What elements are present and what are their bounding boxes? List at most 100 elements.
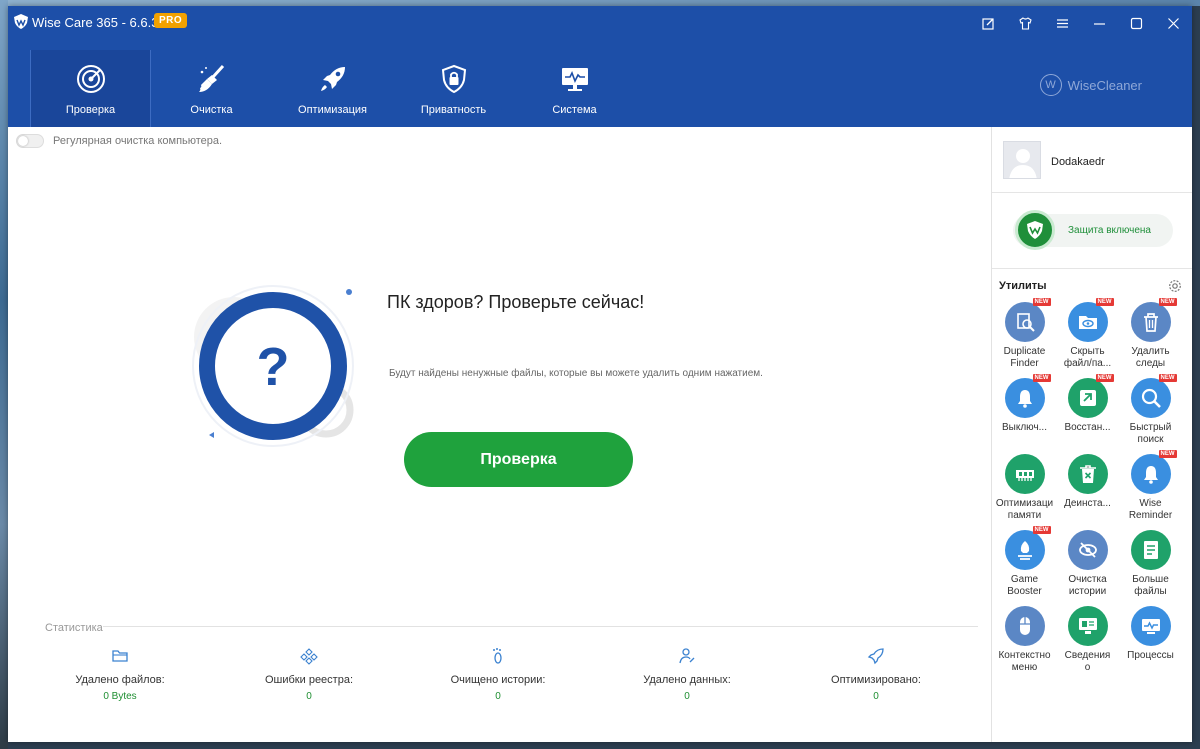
app-window: Wise Care 365 - 6.6.3 PRO Проверка Очист… — [8, 6, 1192, 742]
protection-status[interactable]: Защита включена — [1013, 210, 1173, 250]
close-button[interactable] — [1155, 6, 1192, 40]
utility-system-info[interactable]: Сведения о — [1056, 606, 1119, 674]
tab-checkup[interactable]: Проверка — [30, 50, 151, 127]
utility-label: Контекстно меню — [998, 650, 1051, 673]
utility-label: Game Booster — [1007, 574, 1042, 597]
utility-eye-off[interactable]: Очистка истории — [1056, 530, 1119, 598]
hero-title: ПК здоров? Проверьте сейчас! — [387, 292, 645, 312]
utility-uninstall[interactable]: Деинста... — [1056, 454, 1119, 510]
bell-icon: NEW — [1004, 374, 1051, 418]
utility-hide-file[interactable]: NEW Скрыть файл/па... — [1056, 298, 1119, 370]
feedback-button[interactable] — [970, 6, 1007, 40]
system-info-icon — [1067, 606, 1108, 646]
stat-label: Ошибки реестра: — [264, 674, 354, 686]
stats-title: Статистика — [45, 622, 103, 634]
tab-label: Проверка — [65, 104, 116, 116]
utility-game-booster[interactable]: NEW Game Booster — [993, 526, 1056, 598]
utility-label: Wise Reminder — [1128, 498, 1173, 521]
trash-icon: NEW — [1130, 298, 1177, 342]
stat-value: 0 — [873, 691, 879, 702]
registry-icon — [300, 648, 318, 665]
stat-optimized: Оптимизировано: 0 — [781, 647, 971, 702]
user-name[interactable]: Dodakaedr — [1051, 156, 1105, 168]
broom-icon — [198, 64, 224, 92]
stat-label: Удалено данных: — [643, 674, 731, 686]
wisecleaner-logo[interactable]: W WiseCleaner — [1039, 74, 1142, 96]
utility-big-files[interactable]: Больше файлы — [1119, 530, 1182, 598]
stat-label: Оптимизировано: — [831, 674, 921, 686]
utility-label: Деинста... — [1064, 498, 1111, 509]
stat-value: 0 — [684, 691, 690, 702]
skin-button[interactable] — [1007, 6, 1044, 40]
gear-icon[interactable] — [1168, 279, 1182, 293]
utility-label: Скрыть файл/па... — [1063, 346, 1112, 369]
duplicate-finder-icon: NEW — [1004, 298, 1051, 342]
stat-value: 0 — [495, 691, 501, 702]
stats-panel: Удалено файлов: 0 Bytes Ошибки реестра: … — [8, 647, 991, 717]
main-nav: Проверка Очистка Оптимизация Приватность… — [30, 50, 635, 127]
hero-description: Будут найдены ненужные файлы, которые вы… — [389, 368, 763, 379]
new-badge: NEW — [1158, 450, 1177, 458]
new-badge: NEW — [1032, 526, 1051, 534]
maximize-button[interactable] — [1118, 6, 1155, 40]
utility-duplicate-finder[interactable]: NEW Duplicate Finder — [993, 298, 1056, 370]
question-mark: ? — [257, 337, 290, 397]
regular-cleaning-toggle[interactable] — [16, 134, 44, 148]
restore-icon: NEW — [1067, 374, 1114, 418]
utility-label: Оптимизаци памяти — [995, 498, 1054, 521]
health-check-graphic: ? — [192, 285, 354, 447]
new-badge: NEW — [1032, 374, 1051, 382]
utility-restore[interactable]: NEW Восстан... — [1056, 374, 1119, 434]
tab-privacy[interactable]: Приватность — [393, 50, 514, 127]
avatar[interactable] — [1003, 141, 1041, 179]
new-badge: NEW — [1095, 374, 1114, 382]
utility-reminder[interactable]: NEW Wise Reminder — [1119, 450, 1182, 522]
reminder-icon: NEW — [1130, 450, 1177, 494]
titlebar[interactable]: Wise Care 365 - 6.6.3 PRO — [8, 6, 1192, 40]
utility-memory[interactable]: Оптимизаци памяти — [993, 454, 1056, 522]
utility-process[interactable]: Процессы — [1119, 606, 1182, 662]
lock-shield-icon — [441, 64, 466, 94]
new-badge: NEW — [1158, 298, 1177, 306]
utility-search[interactable]: NEW Быстрый поиск — [1119, 374, 1182, 446]
tab-label: Оптимизация — [298, 104, 367, 116]
new-badge: NEW — [1158, 374, 1177, 382]
maximize-icon — [1130, 17, 1143, 29]
game-booster-icon: NEW — [1004, 526, 1051, 570]
utility-trash[interactable]: NEW Удалить следы — [1119, 298, 1182, 370]
app-title: Wise Care 365 - 6.6.3 — [32, 15, 159, 30]
protection-shield-icon — [1015, 210, 1055, 250]
rocket-small-icon — [867, 648, 884, 665]
monitor-icon — [561, 68, 588, 91]
minimize-button[interactable] — [1081, 6, 1118, 40]
close-icon — [1168, 17, 1179, 29]
folder-icon — [112, 650, 128, 662]
menu-button[interactable] — [1044, 6, 1081, 40]
footprint-icon — [493, 648, 502, 664]
brand-text: WiseCleaner — [1067, 77, 1142, 93]
tab-cleanup[interactable]: Очистка — [151, 50, 272, 127]
header: Wise Care 365 - 6.6.3 PRO Проверка Очист… — [8, 6, 1192, 127]
divider — [992, 268, 1192, 269]
window-controls — [970, 6, 1192, 40]
utility-label: Удалить следы — [1131, 346, 1170, 369]
stats-divider — [103, 626, 978, 627]
memory-icon — [1004, 454, 1045, 494]
scan-button[interactable]: Проверка — [404, 432, 633, 487]
utility-label: Восстан... — [1064, 422, 1111, 433]
new-badge: NEW — [1095, 298, 1114, 306]
tab-optimization[interactable]: Оптимизация — [272, 50, 393, 127]
tab-system[interactable]: Система — [514, 50, 635, 127]
regular-cleaning-label: Регулярная очистка компьютера. — [53, 135, 223, 147]
user-silhouette-icon — [1009, 149, 1037, 178]
minimize-icon — [1094, 22, 1105, 25]
regular-cleaning-row: Регулярная очистка компьютера. — [16, 134, 222, 148]
radar-icon — [76, 65, 105, 93]
utility-label: Сведения о — [1064, 650, 1111, 673]
hamburger-icon — [1057, 18, 1068, 28]
app-logo-icon — [14, 14, 28, 29]
big-files-icon — [1130, 530, 1171, 570]
utility-bell[interactable]: NEW Выключ... — [993, 374, 1056, 434]
utility-mouse[interactable]: Контекстно меню — [993, 606, 1056, 674]
tab-label: Очистка — [190, 104, 233, 116]
